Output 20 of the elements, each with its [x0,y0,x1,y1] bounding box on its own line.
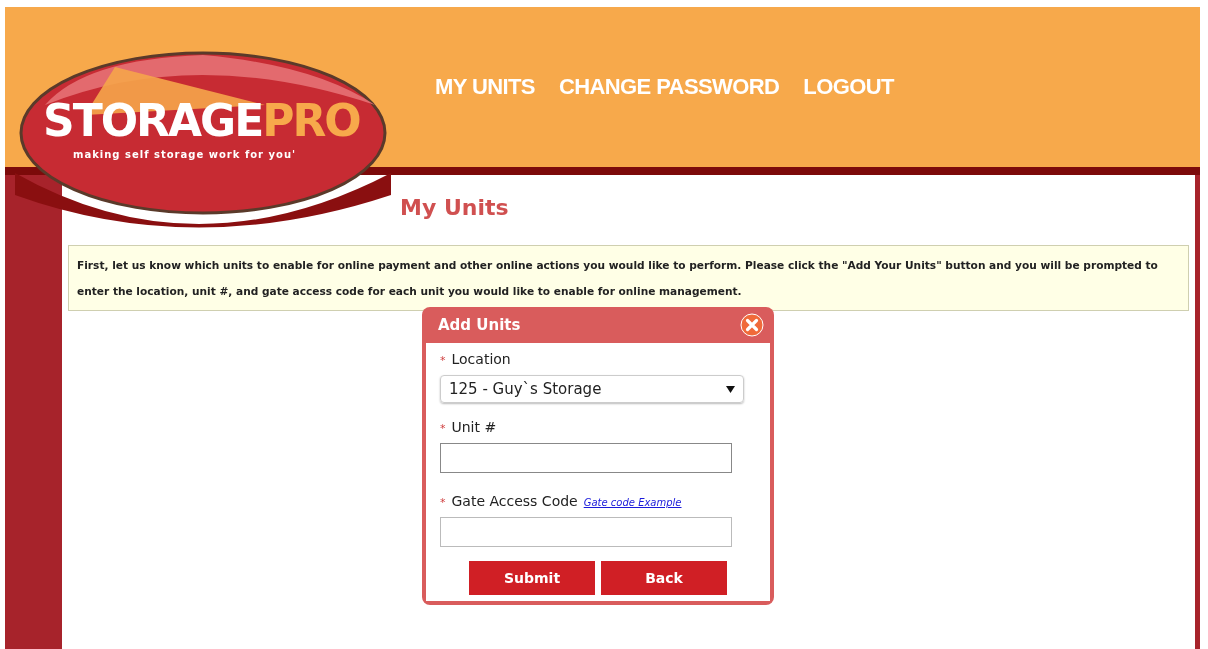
back-button[interactable]: Back [601,561,727,595]
submit-button[interactable]: Submit [469,561,595,595]
logo-tagline: making self storage work for you' [73,149,297,160]
field-label: Gate Access Code [451,493,578,509]
gate-code-link[interactable]: Gate code Example [583,497,682,508]
notice-text: First, let us know which units to enable for online payment and other online actions you would like to perform. Please click the "Add Your Units" button and you will be prompted to enter the location, unit #, and gate access code for each unit you would like to enable for online management. [68,245,1189,311]
dialog-title: Add Units [438,316,521,334]
close-icon[interactable] [740,313,764,337]
location-select[interactable]: 125 - Guy`s Storage [440,375,744,403]
input-field[interactable] [440,517,732,547]
logo-text: PRO [262,95,360,146]
required-mark: * [440,354,446,367]
field-label: Unit # [451,419,497,435]
logo-text: STORAGE [43,95,263,146]
input-field[interactable] [440,443,732,473]
field-label: Location [451,351,511,367]
required-mark: * [440,422,446,435]
required-mark: * [440,496,446,509]
page-title: My Units [400,195,510,222]
caret-icon [726,385,735,393]
